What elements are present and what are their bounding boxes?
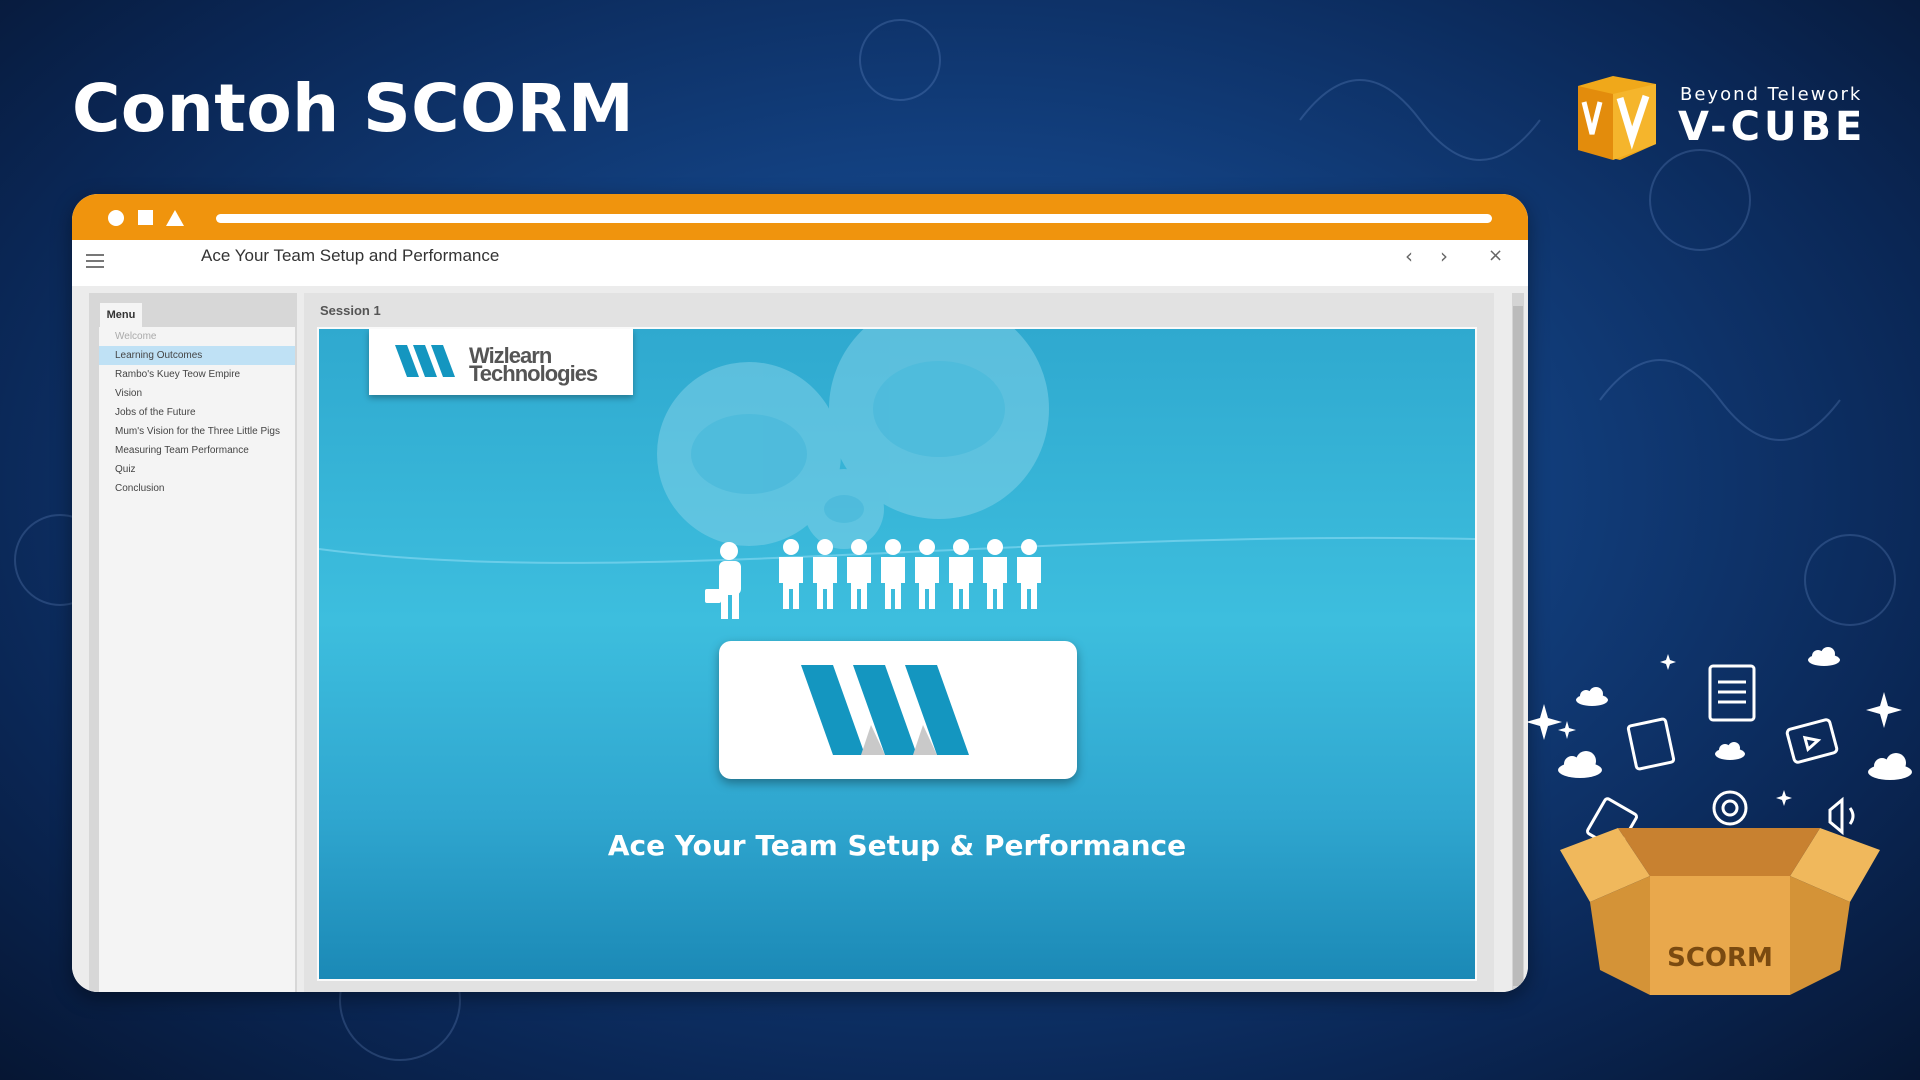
circle-icon xyxy=(108,210,124,226)
vcube-cube-icon xyxy=(1578,76,1656,160)
square-icon xyxy=(138,210,153,225)
menu-item-kuey-teow-empire[interactable]: Rambo's Kuey Teow Empire xyxy=(99,365,295,384)
cloud-icon xyxy=(1576,687,1608,706)
menu-item-welcome[interactable]: Welcome xyxy=(99,327,295,346)
wizlearn-mark-icon xyxy=(801,665,969,755)
team-people-icon xyxy=(705,539,1041,619)
slide-caption: Ace Your Team Setup & Performance xyxy=(607,829,1187,862)
slide-title: Contoh SCORM xyxy=(72,70,635,147)
slide-stage: Wizlearn Technologies Ace Your Team Setu… xyxy=(317,327,1477,981)
address-bar[interactable] xyxy=(216,214,1492,223)
video-icon xyxy=(1785,718,1839,764)
menu-tab[interactable]: Menu xyxy=(100,303,142,327)
brand-name: V-CUBE xyxy=(1678,104,1867,150)
scorm-box-illustration: SCORM xyxy=(1526,647,1912,995)
menu-item-team-performance[interactable]: Measuring Team Performance xyxy=(99,441,295,460)
close-button[interactable]: × xyxy=(1488,245,1503,266)
content-panel: Session 1 Wizlearn Technologies Ace Your… xyxy=(304,293,1494,992)
pdf-icon xyxy=(1626,717,1676,771)
cloud-icon xyxy=(1808,647,1840,666)
menu-item-conclusion[interactable]: Conclusion xyxy=(99,479,295,498)
triangle-icon xyxy=(166,210,184,226)
vcube-logo: Beyond Telework V-CUBE xyxy=(1568,74,1868,164)
speaker-icon xyxy=(1828,796,1844,836)
next-button[interactable]: › xyxy=(1440,244,1448,268)
center-logo-card xyxy=(719,641,1077,779)
menu-item-learning-outcomes[interactable]: Learning Outcomes xyxy=(99,346,295,365)
scorm-box-label: SCORM xyxy=(1667,943,1773,973)
menu-item-jobs-future[interactable]: Jobs of the Future xyxy=(99,403,295,422)
menu-list: Welcome Learning Outcomes Rambo's Kuey T… xyxy=(99,327,295,992)
menu-item-vision[interactable]: Vision xyxy=(99,384,295,403)
prev-button[interactable]: ‹ xyxy=(1405,244,1413,268)
session-label: Session 1 xyxy=(320,303,381,318)
wizlearn-logo-icon xyxy=(395,345,455,377)
logo-text-technologies: Technologies xyxy=(469,361,598,386)
wizlearn-logo-card: Wizlearn Technologies xyxy=(369,329,633,395)
cloud-icon xyxy=(1715,742,1745,760)
course-header: Ace Your Team Setup and Performance ‹ › … xyxy=(72,240,1528,286)
gear-icon xyxy=(1712,790,1748,826)
cloud-icon xyxy=(1868,753,1912,780)
course-menu-sidebar: Menu Welcome Learning Outcomes Rambo's K… xyxy=(89,293,297,992)
hamburger-menu-icon[interactable] xyxy=(86,250,104,272)
brand-tagline: Beyond Telework xyxy=(1680,84,1863,105)
browser-window: Ace Your Team Setup and Performance ‹ › … xyxy=(72,194,1528,992)
menu-item-three-little-pigs[interactable]: Mum's Vision for the Three Little Pigs xyxy=(99,422,295,441)
course-title: Ace Your Team Setup and Performance xyxy=(201,246,500,265)
menu-item-quiz[interactable]: Quiz xyxy=(99,460,295,479)
cloud-icon xyxy=(1558,751,1602,778)
window-title-bar xyxy=(72,194,1528,240)
